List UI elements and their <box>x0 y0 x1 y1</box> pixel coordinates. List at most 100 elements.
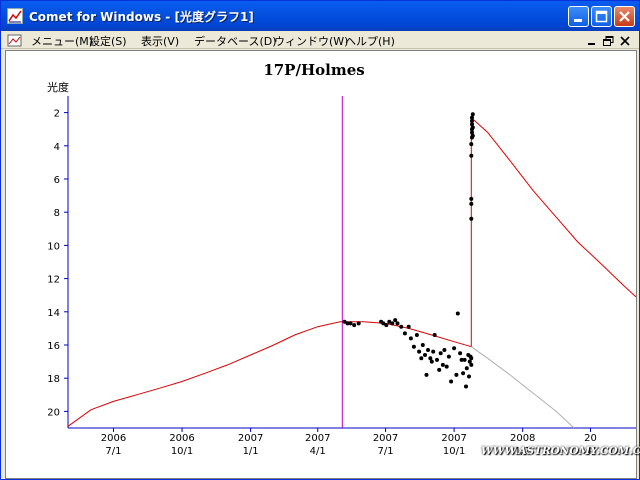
y-tick-label: 10 <box>47 241 60 252</box>
observation-point <box>399 324 404 329</box>
observation-point <box>469 356 474 361</box>
x-tick-label-year: 2007 <box>441 433 466 444</box>
window-title: Comet for Windows - [光度グラフ1] <box>29 10 254 24</box>
observation-point <box>444 364 449 369</box>
observation-point <box>417 349 422 354</box>
app-icon[interactable] <box>7 8 23 24</box>
model-curve <box>471 346 575 429</box>
y-tick-label: 8 <box>54 208 60 219</box>
observation-point <box>470 112 475 117</box>
observation-point <box>393 318 398 323</box>
observation-point <box>438 351 443 356</box>
menu-item-settings[interactable]: 設定(S) <box>89 33 127 49</box>
menu-bar: メニュー(M) 設定(S) 表示(V) データベース(D) ウィンドウ(W) ヘ… <box>1 31 639 49</box>
x-tick-label-year: 2007 <box>305 433 330 444</box>
observation-point <box>414 333 419 337</box>
observation-point <box>419 356 424 361</box>
y-tick-label: 4 <box>54 142 60 153</box>
observation-point <box>411 344 416 349</box>
document-icon[interactable] <box>7 33 23 47</box>
x-tick-label-date: 10/1 <box>443 446 465 457</box>
title-bar[interactable]: Comet for Windows - [光度グラフ1] <box>1 1 639 31</box>
observation-point <box>437 367 442 372</box>
menu-item-database[interactable]: データベース(D) <box>194 33 277 49</box>
observation-point <box>469 196 474 201</box>
close-button[interactable] <box>614 6 635 27</box>
y-tick-label: 16 <box>47 341 60 352</box>
observation-point <box>435 357 439 362</box>
observation-point <box>469 362 474 367</box>
mdi-restore-button[interactable] <box>601 33 615 47</box>
observation-point <box>424 372 429 377</box>
menu-item-view[interactable]: 表示(V) <box>141 33 179 49</box>
chart-area: 17P/Holmes 光度 2 4 6 8 10 12 14 16 18 20 2006 7/1 200… <box>5 50 637 479</box>
observation-point <box>470 133 475 138</box>
observation-point <box>432 333 437 337</box>
y-tick-label: 2 <box>54 109 60 120</box>
y-axis-label: 光度 <box>47 80 69 94</box>
observation-point <box>423 353 427 357</box>
mdi-minimize-button[interactable] <box>585 33 599 47</box>
y-tick-label: 20 <box>47 407 60 418</box>
observation-point <box>464 366 469 371</box>
observation-point <box>390 321 395 326</box>
x-tick-label-year: 2006 <box>169 433 194 444</box>
observation-point <box>440 362 445 367</box>
observation-point <box>431 349 436 354</box>
minimize-icon <box>588 43 595 45</box>
observation-point <box>356 321 361 326</box>
x-tick-label-date: 10/1 <box>171 446 193 457</box>
observation-point <box>449 379 454 384</box>
y-tick-label: 14 <box>47 308 60 319</box>
observation-point <box>458 351 463 356</box>
observation-point <box>469 201 474 206</box>
observation-point <box>420 343 425 347</box>
restore-icon <box>603 36 614 46</box>
x-tick-label-year: 2006 <box>101 433 126 444</box>
close-icon <box>619 11 630 22</box>
x-tick-label-date: 1/1 <box>243 446 259 457</box>
observation-point <box>469 153 474 158</box>
observation-point <box>469 216 474 221</box>
observation-point <box>454 372 459 377</box>
observation-point <box>402 331 407 336</box>
observation-point <box>462 357 467 362</box>
observation-point <box>455 311 460 316</box>
observation-point <box>464 384 468 389</box>
maximize-icon <box>595 10 608 23</box>
observation-point <box>384 323 389 328</box>
observation-point <box>470 125 475 130</box>
observation-point <box>426 348 430 352</box>
observation-point <box>452 346 457 351</box>
watermark: WWW.ASTRONOMY.COM.CN <box>481 445 640 457</box>
maximize-button[interactable] <box>591 6 612 27</box>
observation-point <box>348 321 353 326</box>
x-tick-label-date: 7/1 <box>105 446 121 457</box>
light-curve-chart: 17P/Holmes 光度 2 4 6 8 10 12 14 16 18 20 2006 7/1 200… <box>47 61 636 457</box>
observation-point <box>467 374 471 379</box>
observation-point <box>408 336 413 341</box>
observation-point <box>429 359 434 364</box>
y-tick-label: 12 <box>47 275 60 286</box>
x-tick-label-date: 4/1 <box>310 446 326 457</box>
close-icon <box>620 36 630 46</box>
application-window: Comet for Windows - [光度グラフ1] メニュー(M) 設定(… <box>0 0 640 480</box>
y-tick-label: 6 <box>54 175 60 186</box>
minimize-icon <box>574 19 582 22</box>
mdi-close-button[interactable] <box>618 33 632 47</box>
menu-item-help[interactable]: ヘルプ(H) <box>345 33 395 49</box>
observation-point <box>395 321 400 326</box>
x-tick-label-year: 2007 <box>238 433 263 444</box>
chart-title: 17P/Holmes <box>263 61 364 79</box>
model-curve <box>470 116 636 347</box>
y-tick-label: 18 <box>47 374 60 385</box>
menu-item-menu[interactable]: メニュー(M) <box>31 33 93 49</box>
menu-item-window[interactable]: ウィンドウ(W) <box>274 33 348 49</box>
observation-point <box>461 371 466 376</box>
observation-point <box>469 142 474 147</box>
x-tick-label-date: 7/1 <box>377 446 393 457</box>
x-tick-label-year: 2007 <box>373 433 398 444</box>
minimize-button[interactable] <box>568 6 589 27</box>
observation-point <box>352 323 357 328</box>
observation-point <box>442 348 447 352</box>
